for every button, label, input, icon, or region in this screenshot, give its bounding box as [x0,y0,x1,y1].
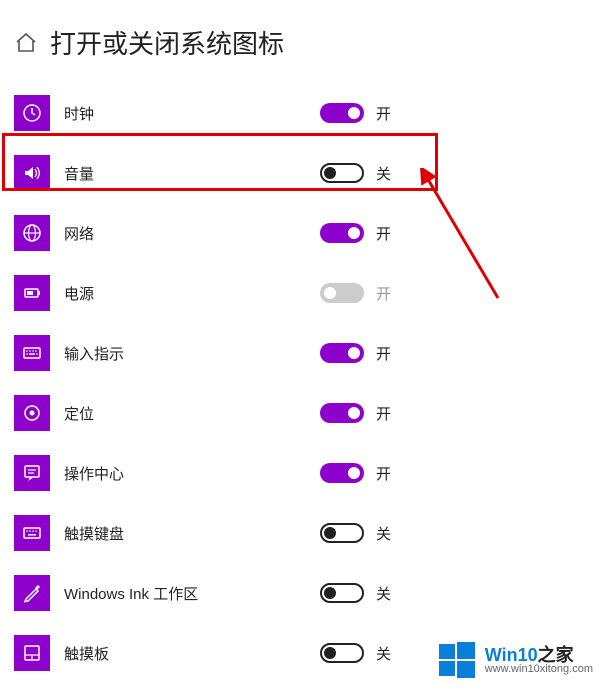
ink-icon [14,575,50,611]
setting-label: 操作中心 [64,463,124,484]
setting-label: 触摸板 [64,643,109,664]
toggle-group: 开 [320,343,391,364]
setting-row-ink: Windows Ink 工作区 关 [14,563,599,623]
toggle-group: 关 [320,523,391,544]
toggle-touchkb[interactable] [320,523,364,543]
page-title: 打开或关闭系统图标 [50,24,284,61]
touchkb-icon [14,515,50,551]
action-icon [14,455,50,491]
toggle-state-label: 开 [376,223,391,244]
toggle-state-label: 开 [376,103,391,124]
setting-label: 音量 [64,163,94,184]
toggle-group: 开 [320,283,391,304]
setting-label: 网络 [64,223,94,244]
volume-icon [14,155,50,191]
toggle-group: 关 [320,643,391,664]
setting-label: 电源 [64,283,94,304]
toggle-state-label: 开 [376,463,391,484]
toggle-action[interactable] [320,463,364,483]
setting-label: 时钟 [64,103,94,124]
setting-row-power: 电源 开 [14,263,599,323]
setting-row-network: 网络 开 [14,203,599,263]
input-icon [14,335,50,371]
setting-row-action: 操作中心 开 [14,443,599,503]
windows-logo-icon [437,640,477,680]
setting-row-input: 输入指示 开 [14,323,599,383]
home-button[interactable] [14,31,38,55]
toggle-clock[interactable] [320,103,364,123]
toggle-group: 关 [320,583,391,604]
toggle-power [320,283,364,303]
watermark: Win10之家 www.win10xitong.com [437,640,593,680]
toggle-location[interactable] [320,403,364,423]
page-header: 打开或关闭系统图标 [0,0,599,83]
setting-row-location: 定位 开 [14,383,599,443]
toggle-state-label: 关 [376,523,391,544]
settings-list: 时钟开音量关网络开电源开输入指示开定位开操作中心开触摸键盘关Windows In… [0,83,599,683]
toggle-state-label: 开 [376,283,391,304]
toggle-group: 开 [320,223,391,244]
network-icon [14,215,50,251]
toggle-state-label: 关 [376,643,391,664]
toggle-touchpad[interactable] [320,643,364,663]
setting-row-clock: 时钟 开 [14,83,599,143]
toggle-ink[interactable] [320,583,364,603]
power-icon [14,275,50,311]
toggle-input[interactable] [320,343,364,363]
setting-row-touchkb: 触摸键盘 关 [14,503,599,563]
touchpad-icon [14,635,50,671]
home-icon [14,31,38,55]
toggle-state-label: 开 [376,403,391,424]
toggle-state-label: 关 [376,583,391,604]
toggle-network[interactable] [320,223,364,243]
setting-row-volume: 音量 关 [14,143,599,203]
toggle-volume[interactable] [320,163,364,183]
setting-label: Windows Ink 工作区 [64,583,198,604]
toggle-group: 关 [320,163,391,184]
toggle-group: 开 [320,463,391,484]
toggle-group: 开 [320,403,391,424]
setting-label: 输入指示 [64,343,124,364]
location-icon [14,395,50,431]
toggle-state-label: 关 [376,163,391,184]
clock-icon [14,95,50,131]
toggle-group: 开 [320,103,391,124]
setting-label: 定位 [64,403,94,424]
toggle-state-label: 开 [376,343,391,364]
watermark-url: www.win10xitong.com [485,664,593,675]
setting-label: 触摸键盘 [64,523,124,544]
